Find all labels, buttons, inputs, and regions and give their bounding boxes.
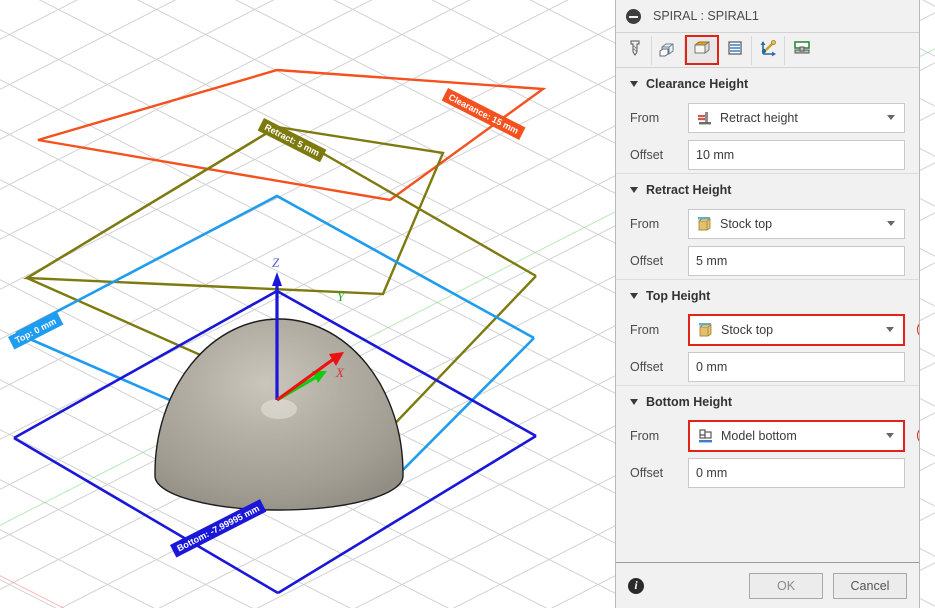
section-top-height: Top Height From Stock top Offset 0 mm	[616, 279, 919, 385]
application-window: Z Y X Clearance: 15 mm Retract: 5 mm Top…	[0, 0, 935, 608]
section-title: Top Height	[646, 288, 711, 303]
bottom-from-select[interactable]: Model bottom	[688, 419, 905, 452]
clearance-offset-input[interactable]: 10 mm	[688, 139, 905, 170]
dome-model	[154, 318, 404, 511]
section-clearance-height: Clearance Height From Retract height Off…	[616, 68, 919, 173]
offset-row: Offset 5 mm	[630, 242, 905, 279]
ok-button[interactable]: OK	[749, 572, 823, 599]
retract-height-icon	[696, 109, 714, 127]
stock-top-icon	[696, 215, 714, 233]
stock-top-icon	[697, 321, 715, 339]
chevron-down-icon[interactable]	[886, 327, 894, 332]
from-label: From	[630, 428, 660, 443]
panel-header: SPIRAL : SPIRAL1	[616, 0, 919, 33]
page-title: SPIRAL : SPIRAL1	[653, 9, 759, 23]
section-header[interactable]: Top Height	[630, 280, 905, 311]
model-bottom-icon	[697, 427, 715, 445]
tab-passes[interactable]	[719, 35, 752, 65]
panel-footer: i OK Cancel	[616, 562, 919, 608]
section-retract-height: Retract Height From Stock top Offset 5 m…	[616, 173, 919, 279]
preview-icon	[792, 38, 812, 63]
from-label: From	[630, 322, 660, 337]
tab-heights[interactable]	[685, 35, 719, 65]
panel-tabbar	[616, 33, 919, 68]
info-icon[interactable]: i	[628, 577, 644, 594]
callout-marker-1: ①	[917, 320, 919, 339]
from-label: From	[630, 216, 660, 231]
caret-down-icon	[630, 398, 638, 405]
from-row: From Model bottom	[630, 417, 919, 454]
from-row: From Stock top	[630, 311, 919, 348]
offset-label: Offset	[630, 253, 664, 268]
axis-label-y: Y	[337, 289, 345, 304]
chevron-down-icon[interactable]	[887, 221, 895, 226]
clearance-from-value: Retract height	[720, 110, 798, 125]
retract-offset-input[interactable]: 5 mm	[688, 245, 905, 276]
geometry-icon	[658, 38, 678, 63]
offset-label: Offset	[630, 359, 664, 374]
bottom-from-value: Model bottom	[721, 428, 797, 443]
operation-dialog-panel: SPIRAL : SPIRAL1 Clearance Height From R…	[615, 0, 920, 608]
chevron-down-icon[interactable]	[887, 115, 895, 120]
from-label: From	[630, 110, 660, 125]
retract-from-value: Stock top	[720, 216, 773, 231]
caret-down-icon	[630, 80, 638, 87]
minus-circle-icon[interactable]	[626, 8, 641, 24]
axis-label-x: X	[336, 365, 344, 380]
retract-from-select[interactable]: Stock top	[688, 208, 905, 239]
from-row: From Stock top	[630, 205, 905, 242]
tab-geometry[interactable]	[652, 35, 685, 65]
caret-down-icon	[630, 186, 638, 193]
axis-label-z: Z	[272, 255, 280, 270]
tab-preview[interactable]	[785, 36, 818, 65]
top-from-select[interactable]: Stock top	[688, 313, 905, 346]
offset-row: Offset 0 mm	[630, 454, 905, 491]
tab-linking[interactable]	[752, 35, 785, 65]
clearance-from-select[interactable]: Retract height	[688, 102, 905, 133]
offset-row: Offset 10 mm	[630, 136, 905, 173]
bottom-offset-input[interactable]: 0 mm	[688, 457, 905, 488]
caret-down-icon	[630, 292, 638, 299]
callout-marker-2: ②	[917, 426, 919, 445]
section-header[interactable]: Bottom Height	[630, 386, 905, 417]
cancel-button[interactable]: Cancel	[833, 572, 907, 599]
offset-row: Offset 0 mm	[630, 348, 905, 385]
passes-icon	[725, 38, 745, 63]
section-title: Bottom Height	[646, 394, 733, 409]
offset-label: Offset	[630, 147, 664, 162]
height-sections: Clearance Height From Retract height Off…	[616, 68, 919, 562]
offset-label: Offset	[630, 465, 664, 480]
section-title: Clearance Height	[646, 76, 749, 91]
section-bottom-height: Bottom Height From Model bottom Offset 0…	[616, 385, 919, 491]
section-header[interactable]: Retract Height	[630, 174, 905, 205]
section-title: Retract Height	[646, 182, 732, 197]
top-offset-input[interactable]: 0 mm	[688, 351, 905, 382]
heights-icon	[692, 38, 712, 63]
linking-icon	[758, 38, 778, 63]
end-mill-icon	[625, 38, 645, 63]
section-header[interactable]: Clearance Height	[630, 68, 905, 99]
chevron-down-icon[interactable]	[886, 433, 894, 438]
tab-tool[interactable]	[619, 35, 652, 65]
from-row: From Retract height	[630, 99, 905, 136]
top-from-value: Stock top	[721, 322, 774, 337]
